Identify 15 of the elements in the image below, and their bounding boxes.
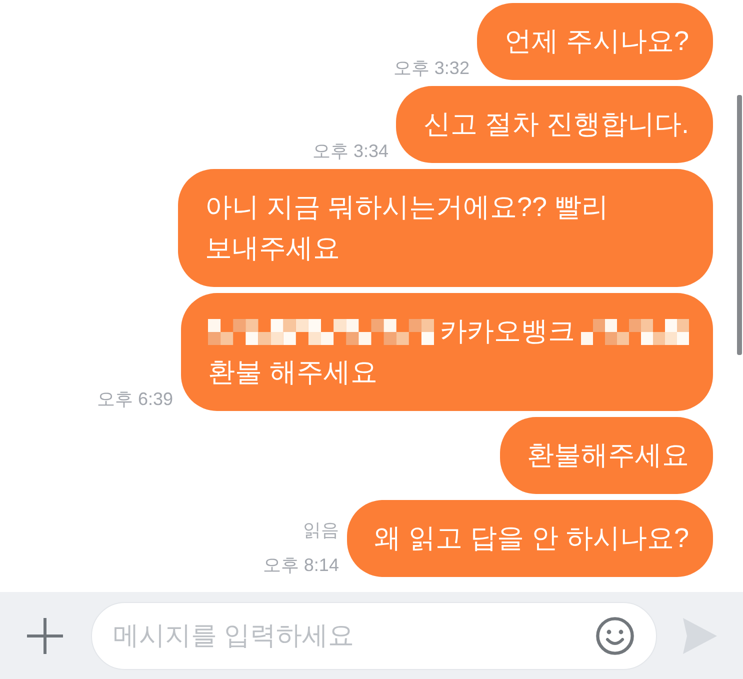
- plus-icon[interactable]: [27, 618, 63, 654]
- message-time: 오후 3:34: [312, 141, 388, 161]
- message-time: 오후 8:14: [262, 555, 339, 575]
- message-text: 아니 지금 뭐하시는거에요?? 빨리 보내주세요: [205, 191, 610, 265]
- smiley-icon[interactable]: [596, 616, 634, 654]
- message-text: 언제 주시나요?: [504, 25, 689, 58]
- read-receipt: 읽음: [302, 520, 339, 540]
- message-time: 오후 6:39: [96, 389, 173, 409]
- message-text: 환불해주세요: [527, 439, 689, 472]
- message-time: 오후 3:32: [393, 58, 470, 78]
- message-text: 왜 읽고 답을 안 하시나요?: [374, 522, 689, 555]
- message-text: 환불 해주세요: [208, 356, 378, 389]
- message-text: 카카오뱅크: [440, 315, 575, 348]
- message-text: 신고 절차 진행합니다.: [423, 108, 689, 141]
- message-input-field[interactable]: 메시지를 입력하세요: [91, 602, 657, 670]
